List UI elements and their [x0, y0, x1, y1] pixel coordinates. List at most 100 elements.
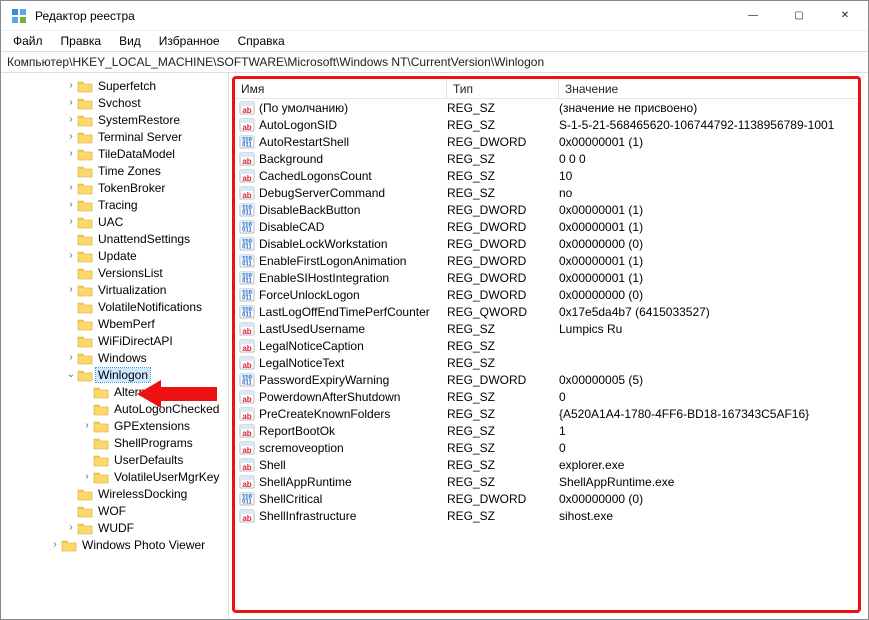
chevron-right-icon[interactable]: ›: [65, 250, 77, 261]
chevron-right-icon[interactable]: ›: [65, 522, 77, 533]
menu-favorites[interactable]: Избранное: [151, 33, 228, 49]
tree-item-label: WUDF: [96, 521, 136, 535]
value-row[interactable]: 011110ShellCriticalREG_DWORD0x00000000 (…: [235, 490, 858, 507]
tree-item[interactable]: WiFiDirectAPI: [1, 332, 228, 349]
minimize-button[interactable]: —: [730, 1, 776, 31]
value-row[interactable]: abscremoveoptionREG_SZ0: [235, 439, 858, 456]
value-row[interactable]: 011110PasswordExpiryWarningREG_DWORD0x00…: [235, 371, 858, 388]
value-row[interactable]: abShellREG_SZexplorer.exe: [235, 456, 858, 473]
value-row[interactable]: abPowerdownAfterShutdownREG_SZ0: [235, 388, 858, 405]
col-type[interactable]: Тип: [447, 79, 559, 98]
chevron-right-icon[interactable]: ›: [65, 114, 77, 125]
reg-sz-icon: ab: [239, 117, 255, 133]
value-row[interactable]: abLegalNoticeTextREG_SZ: [235, 354, 858, 371]
chevron-right-icon[interactable]: ›: [65, 182, 77, 193]
value-row[interactable]: abShellInfrastructureREG_SZsihost.exe: [235, 507, 858, 524]
value-row[interactable]: 011110EnableSIHostIntegrationREG_DWORD0x…: [235, 269, 858, 286]
tree-item[interactable]: ›TileDataModel: [1, 145, 228, 162]
col-name[interactable]: Имя: [235, 79, 447, 98]
tree-item[interactable]: ›Tracing: [1, 196, 228, 213]
tree-item[interactable]: AlternateShells: [1, 383, 228, 400]
tree-item[interactable]: VersionsList: [1, 264, 228, 281]
value-data: 0x00000005 (5): [559, 373, 858, 387]
value-name: ForceUnlockLogon: [259, 288, 447, 302]
column-headers[interactable]: Имя Тип Значение: [235, 79, 858, 99]
chevron-right-icon[interactable]: ›: [65, 97, 77, 108]
tree-item[interactable]: ›Windows: [1, 349, 228, 366]
svg-text:011110: 011110: [242, 273, 252, 284]
tree-item[interactable]: ›GPExtensions: [1, 417, 228, 434]
value-row[interactable]: abLegalNoticeCaptionREG_SZ: [235, 337, 858, 354]
reg-dword-icon: 011110: [239, 219, 255, 235]
menu-help[interactable]: Справка: [230, 33, 293, 49]
tree-item[interactable]: ›Virtualization: [1, 281, 228, 298]
value-row[interactable]: 011110DisableBackButtonREG_DWORD0x000000…: [235, 201, 858, 218]
value-row[interactable]: abDebugServerCommandREG_SZno: [235, 184, 858, 201]
value-data: 0: [559, 441, 858, 455]
tree-item[interactable]: › VolatileUserMgrKey: [1, 468, 228, 485]
tree-item[interactable]: › WUDF: [1, 519, 228, 536]
chevron-right-icon[interactable]: ›: [65, 148, 77, 159]
svg-text:ab: ab: [242, 344, 251, 353]
chevron-right-icon[interactable]: ›: [81, 420, 93, 431]
value-row[interactable]: abLastUsedUsernameREG_SZLumpics Ru: [235, 320, 858, 337]
tree-item[interactable]: ›Terminal Server: [1, 128, 228, 145]
tree-item[interactable]: UnattendSettings: [1, 230, 228, 247]
chevron-right-icon[interactable]: ›: [65, 80, 77, 91]
svg-text:ab: ab: [242, 429, 251, 438]
value-row[interactable]: abShellAppRuntimeREG_SZShellAppRuntime.e…: [235, 473, 858, 490]
value-row[interactable]: 011110ForceUnlockLogonREG_DWORD0x0000000…: [235, 286, 858, 303]
tree-item[interactable]: WOF: [1, 502, 228, 519]
tree-item[interactable]: ShellPrograms: [1, 434, 228, 451]
chevron-right-icon[interactable]: ›: [65, 131, 77, 142]
tree-item[interactable]: AutoLogonChecked: [1, 400, 228, 417]
tree-item[interactable]: UserDefaults: [1, 451, 228, 468]
tree-item[interactable]: VolatileNotifications: [1, 298, 228, 315]
tree-item[interactable]: ›SystemRestore: [1, 111, 228, 128]
value-row[interactable]: abAutoLogonSIDREG_SZS-1-5-21-568465620-1…: [235, 116, 858, 133]
tree-item[interactable]: ›TokenBroker: [1, 179, 228, 196]
tree-item[interactable]: WirelessDocking: [1, 485, 228, 502]
tree-item-label: AlternateShells: [112, 385, 197, 399]
value-name: LegalNoticeCaption: [259, 339, 447, 353]
tree-item[interactable]: ›Update: [1, 247, 228, 264]
chevron-right-icon[interactable]: ›: [65, 216, 77, 227]
value-row[interactable]: 011110DisableLockWorkstationREG_DWORD0x0…: [235, 235, 858, 252]
menu-file[interactable]: Файл: [5, 33, 51, 49]
tree-item[interactable]: ›UAC: [1, 213, 228, 230]
col-value[interactable]: Значение: [559, 79, 858, 98]
value-data: ShellAppRuntime.exe: [559, 475, 858, 489]
value-row[interactable]: abReportBootOkREG_SZ1: [235, 422, 858, 439]
close-button[interactable]: ✕: [822, 1, 868, 31]
chevron-right-icon[interactable]: ›: [49, 539, 61, 550]
value-row[interactable]: 011110LastLogOffEndTimePerfCounterREG_QW…: [235, 303, 858, 320]
chevron-down-icon[interactable]: ⌄: [65, 369, 77, 380]
chevron-right-icon[interactable]: ›: [81, 471, 93, 482]
value-row[interactable]: 011110AutoRestartShellREG_DWORD0x0000000…: [235, 133, 858, 150]
chevron-right-icon[interactable]: ›: [65, 199, 77, 210]
tree-item-label: VolatileUserMgrKey: [112, 470, 221, 484]
tree-item[interactable]: ⌄Winlogon: [1, 366, 228, 383]
value-row[interactable]: 011110DisableCADREG_DWORD0x00000001 (1): [235, 218, 858, 235]
tree-item[interactable]: ›Svchost: [1, 94, 228, 111]
maximize-button[interactable]: ▢: [776, 1, 822, 31]
chevron-right-icon[interactable]: ›: [65, 284, 77, 295]
value-row[interactable]: ab(По умолчанию)REG_SZ(значение не присв…: [235, 99, 858, 116]
value-row[interactable]: 011110EnableFirstLogonAnimationREG_DWORD…: [235, 252, 858, 269]
svg-text:011110: 011110: [242, 494, 252, 505]
address-bar[interactable]: Компьютер\HKEY_LOCAL_MACHINE\SOFTWARE\Mi…: [1, 51, 868, 73]
value-row[interactable]: abPreCreateKnownFoldersREG_SZ{A520A1A4-1…: [235, 405, 858, 422]
tree-item[interactable]: ›Superfetch: [1, 77, 228, 94]
tree-item[interactable]: ›Windows Photo Viewer: [1, 536, 228, 553]
value-row[interactable]: abBackgroundREG_SZ0 0 0: [235, 150, 858, 167]
menu-view[interactable]: Вид: [111, 33, 149, 49]
titlebar[interactable]: Редактор реестра — ▢ ✕: [1, 1, 868, 31]
value-data: 0x17e5da4b7 (6415033527): [559, 305, 858, 319]
tree-item[interactable]: Time Zones: [1, 162, 228, 179]
tree-item[interactable]: WbemPerf: [1, 315, 228, 332]
tree-panel[interactable]: ›Superfetch›Svchost›SystemRestore›Termin…: [1, 73, 229, 619]
chevron-right-icon[interactable]: ›: [65, 352, 77, 363]
value-type: REG_DWORD: [447, 220, 559, 234]
value-row[interactable]: abCachedLogonsCountREG_SZ10: [235, 167, 858, 184]
menu-edit[interactable]: Правка: [53, 33, 110, 49]
